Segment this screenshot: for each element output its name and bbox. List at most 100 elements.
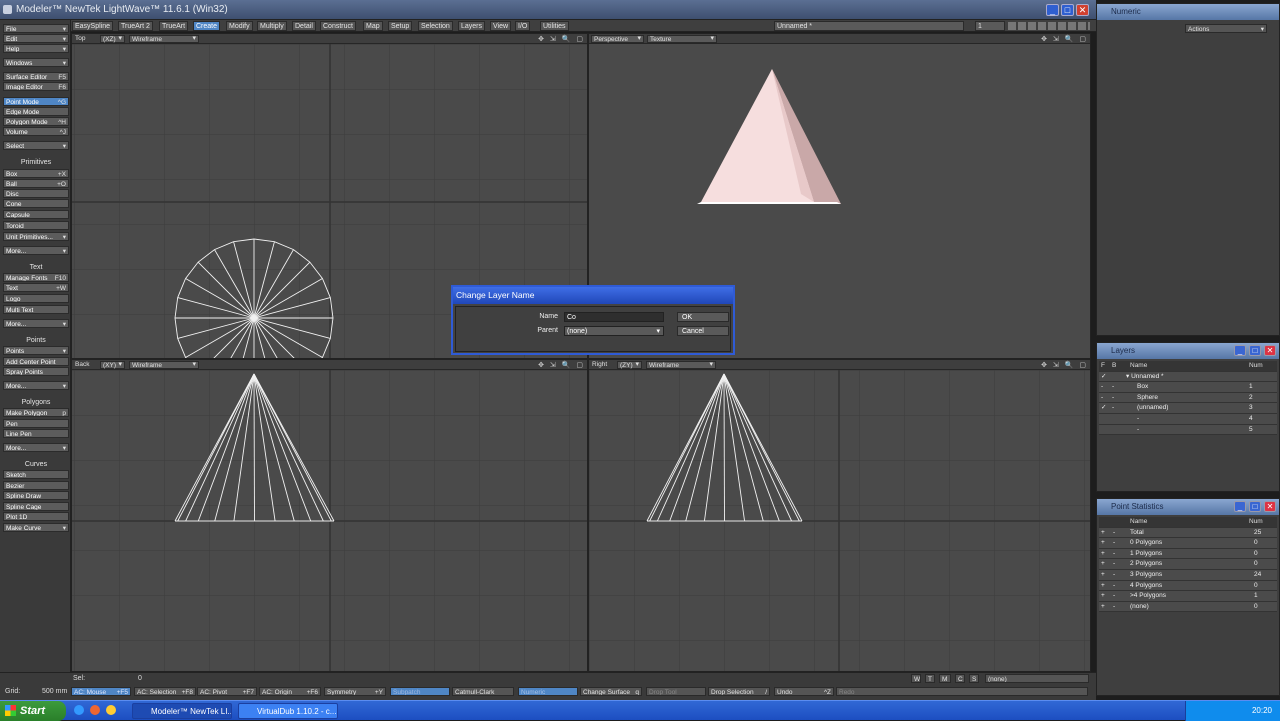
redo-button[interactable]: Redo <box>836 687 1088 696</box>
minus-icon[interactable]: - <box>1113 559 1115 569</box>
tab-map[interactable]: Map <box>363 21 383 31</box>
close-button[interactable]: ✕ <box>1264 345 1276 356</box>
table-row[interactable]: + - (none) 0 <box>1099 601 1277 613</box>
text-button[interactable]: Text +W <box>3 283 69 292</box>
ok-button[interactable]: OK <box>677 312 729 322</box>
manage-fonts-button[interactable]: Manage Fonts F10 <box>3 273 69 282</box>
add-center-point-button[interactable]: Add Center Point <box>3 357 69 366</box>
catmull-clark-select[interactable]: Catmull-Clark <box>452 687 514 696</box>
more-points-menu[interactable]: More... ▾ <box>3 381 69 390</box>
spline-cage-button[interactable]: Spline Cage <box>3 502 69 511</box>
polygon-mode-button[interactable]: Polygon Mode ^H <box>3 117 69 126</box>
image-editor-button[interactable]: Image Editor F6 <box>3 82 69 91</box>
toroid-button[interactable]: Toroid <box>3 221 69 230</box>
start-button[interactable]: Start <box>0 701 66 721</box>
tab-easyspline[interactable]: EasySpline <box>72 21 114 31</box>
ac-selection-button[interactable]: AC: Selection +F8 <box>134 687 196 696</box>
capsule-button[interactable]: Capsule <box>3 210 69 219</box>
ac-mouse-button[interactable]: AC: Mouse +F5 <box>71 687 131 696</box>
viewport-nav-icons[interactable]: ✥ ⇲ 🔍 ▢ <box>1041 361 1088 369</box>
surface-editor-button[interactable]: Surface Editor F5 <box>3 72 69 81</box>
minus-icon[interactable]: - <box>1113 528 1115 538</box>
chrome-icon[interactable] <box>106 705 116 715</box>
render-mode-select[interactable]: Texture <box>647 35 717 43</box>
table-row[interactable]: -4 <box>1099 413 1277 425</box>
logo-button[interactable]: Logo <box>3 294 69 303</box>
tab-io[interactable]: I/O <box>515 21 531 31</box>
file-menu[interactable]: File ▾ <box>3 24 69 33</box>
minimize-button[interactable]: _ <box>1234 501 1246 512</box>
c-button[interactable]: C <box>955 674 965 683</box>
plus-icon[interactable]: + <box>1101 570 1105 580</box>
make-curve-menu[interactable]: Make Curve ▾ <box>3 523 69 532</box>
view-select[interactable]: Perspective <box>591 35 644 43</box>
minus-icon[interactable]: - <box>1113 538 1115 548</box>
tab-create[interactable]: Create <box>193 21 221 31</box>
plus-icon[interactable]: + <box>1101 581 1105 591</box>
multi-text-button[interactable]: Multi Text <box>3 305 69 314</box>
point-mode-button[interactable]: Point Mode ^G <box>3 97 69 106</box>
table-row[interactable]: + - 0 Polygons 0 <box>1099 538 1277 549</box>
taskbar-item-modeler[interactable]: Modeler™ NewTek LI... <box>132 703 232 719</box>
parent-select[interactable]: (none) ▾ <box>564 326 664 336</box>
table-row[interactable]: + - 2 Polygons 0 <box>1099 559 1277 570</box>
subpatch-button[interactable]: Subpatch <box>390 687 450 696</box>
layer-name-input[interactable]: Co <box>564 312 664 322</box>
numeric-button[interactable]: Numeric <box>518 687 578 696</box>
select-menu[interactable]: Select ▾ <box>3 141 69 150</box>
tab-setup[interactable]: Setup <box>388 21 413 31</box>
actions-select[interactable]: Actions ▾ <box>1185 24 1267 33</box>
plus-icon[interactable]: + <box>1101 559 1105 569</box>
plus-icon[interactable]: + <box>1101 549 1105 559</box>
viewport-nav-icons[interactable]: ✥ ⇲ 🔍 ▢ <box>1041 35 1088 43</box>
table-row[interactable]: - - Box 1 <box>1099 382 1277 393</box>
view-axis-select[interactable]: (XY) <box>100 361 125 369</box>
firefox-icon[interactable] <box>90 705 100 715</box>
box-button[interactable]: Box +X <box>3 169 69 178</box>
more-primitives-menu[interactable]: More... ▾ <box>3 246 69 255</box>
render-mode-select[interactable]: Wireframe <box>129 361 199 369</box>
minus-icon[interactable]: - <box>1113 591 1115 601</box>
drop-tool-button[interactable]: Drop Tool <box>646 687 706 696</box>
tab-selection[interactable]: Selection <box>418 21 453 31</box>
ac-origin-button[interactable]: AC: Origin +F6 <box>259 687 321 696</box>
m-button[interactable]: M <box>939 674 951 683</box>
drop-selection-button[interactable]: Drop Selection / <box>708 687 770 696</box>
table-row[interactable]: ✓ ▾ Unnamed * <box>1099 371 1277 383</box>
symmetry-button[interactable]: Symmetry +Y <box>324 687 386 696</box>
spray-points-button[interactable]: Spray Points <box>3 367 69 376</box>
table-row[interactable]: + - 4 Polygons 0 <box>1099 580 1277 592</box>
bezier-button[interactable]: Bezier <box>3 481 69 490</box>
render-mode-select[interactable]: Wireframe <box>129 35 199 43</box>
edit-menu[interactable]: Edit ▾ <box>3 34 69 43</box>
table-row[interactable]: -5 <box>1099 424 1277 436</box>
sketch-button[interactable]: Sketch <box>3 470 69 479</box>
cancel-button[interactable]: Cancel <box>677 326 729 336</box>
change-surface-button[interactable]: Change Surface q <box>580 687 642 696</box>
viewport-nav-icons[interactable]: ✥ ⇲ 🔍 ▢ <box>538 361 585 369</box>
table-row[interactable]: + - 3 Polygons 24 <box>1099 569 1277 581</box>
close-button[interactable]: ✕ <box>1076 4 1089 16</box>
cone-button[interactable]: Cone <box>3 199 69 208</box>
surface-select[interactable]: (none) <box>985 674 1089 683</box>
plus-icon[interactable]: + <box>1101 591 1105 601</box>
plus-icon[interactable]: + <box>1101 538 1105 548</box>
spline-draw-button[interactable]: Spline Draw <box>3 491 69 500</box>
layer-number[interactable]: 1 <box>975 21 1005 31</box>
s-button[interactable]: S <box>969 674 979 683</box>
layer-bank-buttons[interactable] <box>1008 22 1090 30</box>
minus-icon[interactable]: - <box>1113 570 1115 580</box>
view-axis-select[interactable]: (ZY) <box>617 361 642 369</box>
table-row[interactable]: + - 1 Polygons 0 <box>1099 548 1277 560</box>
minus-icon[interactable]: - <box>1113 581 1115 591</box>
tab-trueart2[interactable]: TrueArt 2 <box>118 21 153 31</box>
tab-construct[interactable]: Construct <box>320 21 356 31</box>
tab-trueart[interactable]: TrueArt <box>159 21 189 31</box>
unit-primitives-menu[interactable]: Unit Primitives... ▾ <box>3 232 69 241</box>
maximize-button[interactable]: □ <box>1249 501 1261 512</box>
close-button[interactable]: ✕ <box>1264 501 1276 512</box>
minimize-button[interactable]: _ <box>1234 345 1246 356</box>
tab-view[interactable]: View <box>490 21 512 31</box>
render-mode-select[interactable]: Wireframe <box>646 361 716 369</box>
disc-button[interactable]: Disc <box>3 189 69 198</box>
